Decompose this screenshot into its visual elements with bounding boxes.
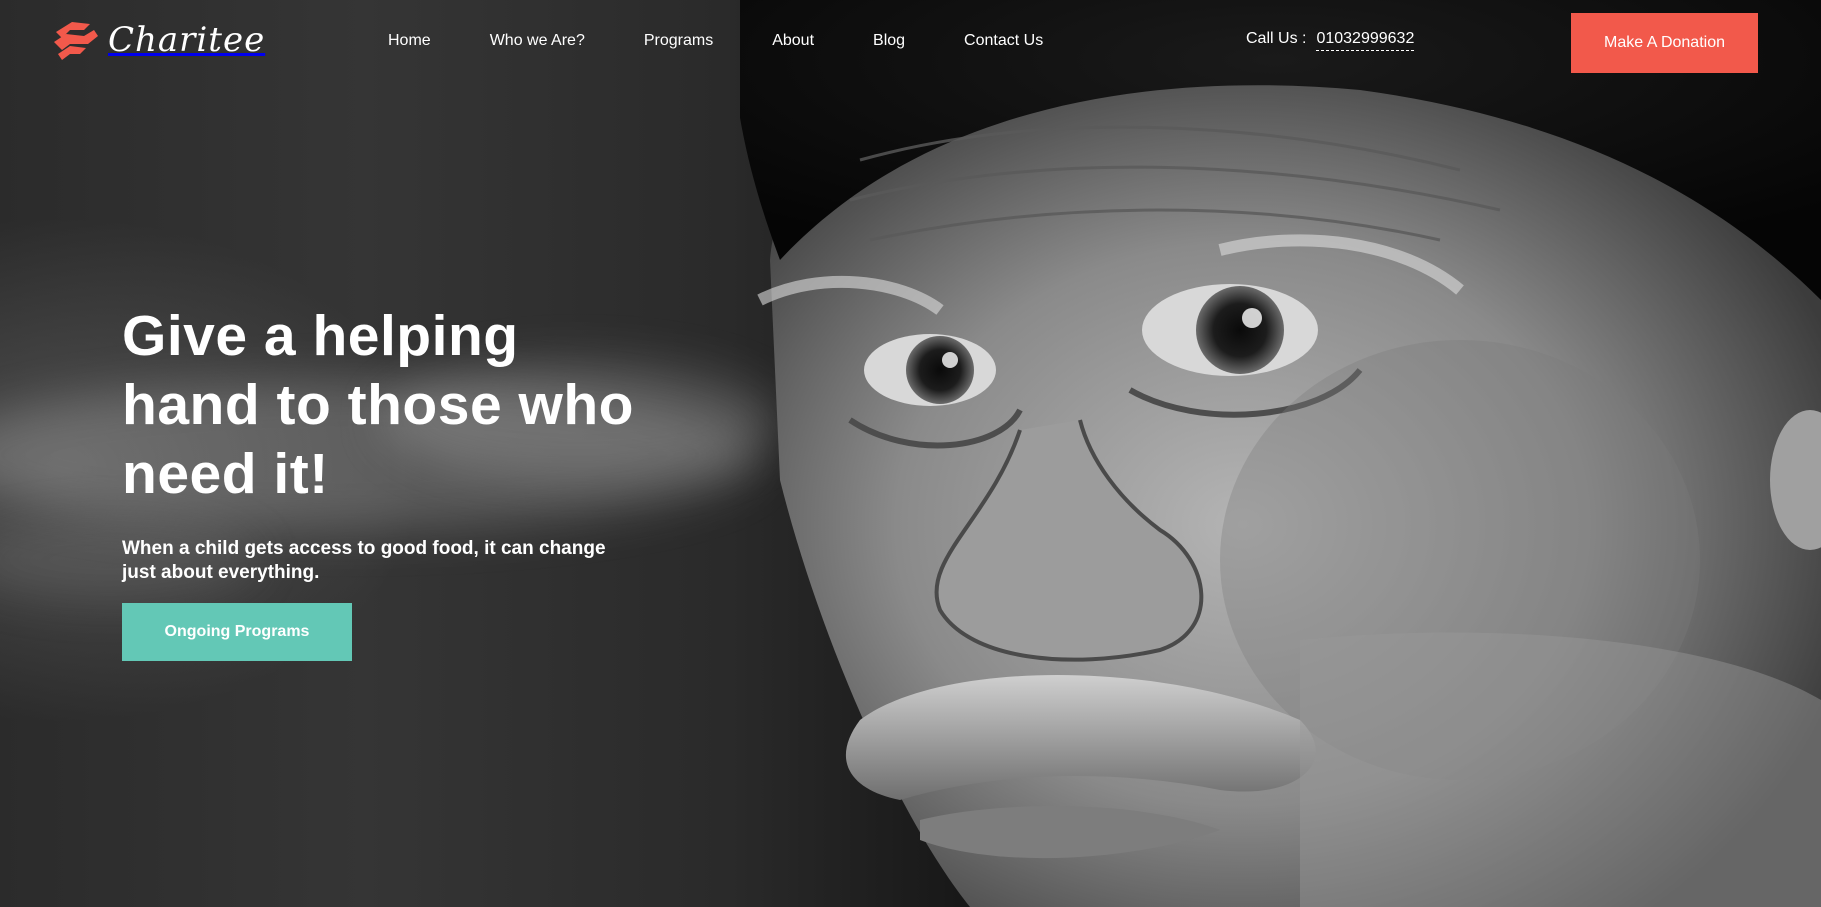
portrait-svg (740, 0, 1821, 907)
ongoing-programs-button[interactable]: Ongoing Programs (122, 603, 352, 661)
hero-subline: When a child gets access to good food, i… (122, 538, 606, 583)
nav-item-who-we-are[interactable]: Who we Are? (490, 31, 585, 51)
nav-item-blog[interactable]: Blog (873, 31, 905, 51)
phone-number-link[interactable]: 01032999632 (1316, 30, 1415, 51)
call-us-label: Call Us : (1246, 30, 1307, 47)
helping-hands-icon (54, 22, 98, 60)
brand-name: Charitee (108, 20, 266, 60)
main-nav: Home Who we Are? Programs About Blog Con… (388, 31, 1043, 51)
nav-item-contact-us[interactable]: Contact Us (964, 31, 1043, 51)
call-us: Call Us : 01032999632 (1246, 30, 1415, 51)
make-donation-button[interactable]: Make A Donation (1571, 13, 1758, 73)
brand-logo[interactable]: Charitee (50, 16, 265, 64)
nav-item-programs[interactable]: Programs (644, 31, 713, 51)
stubble (1300, 632, 1821, 907)
hero-section: Charitee Home Who we Are? Programs About… (0, 0, 1821, 907)
nav-item-home[interactable]: Home (388, 31, 431, 51)
site-header: Charitee Home Who we Are? Programs About… (0, 0, 1821, 85)
nav-item-about[interactable]: About (772, 31, 814, 51)
hero-portrait-image (740, 0, 1821, 907)
hero-headline: Give a helping hand to those who need it… (122, 304, 634, 506)
